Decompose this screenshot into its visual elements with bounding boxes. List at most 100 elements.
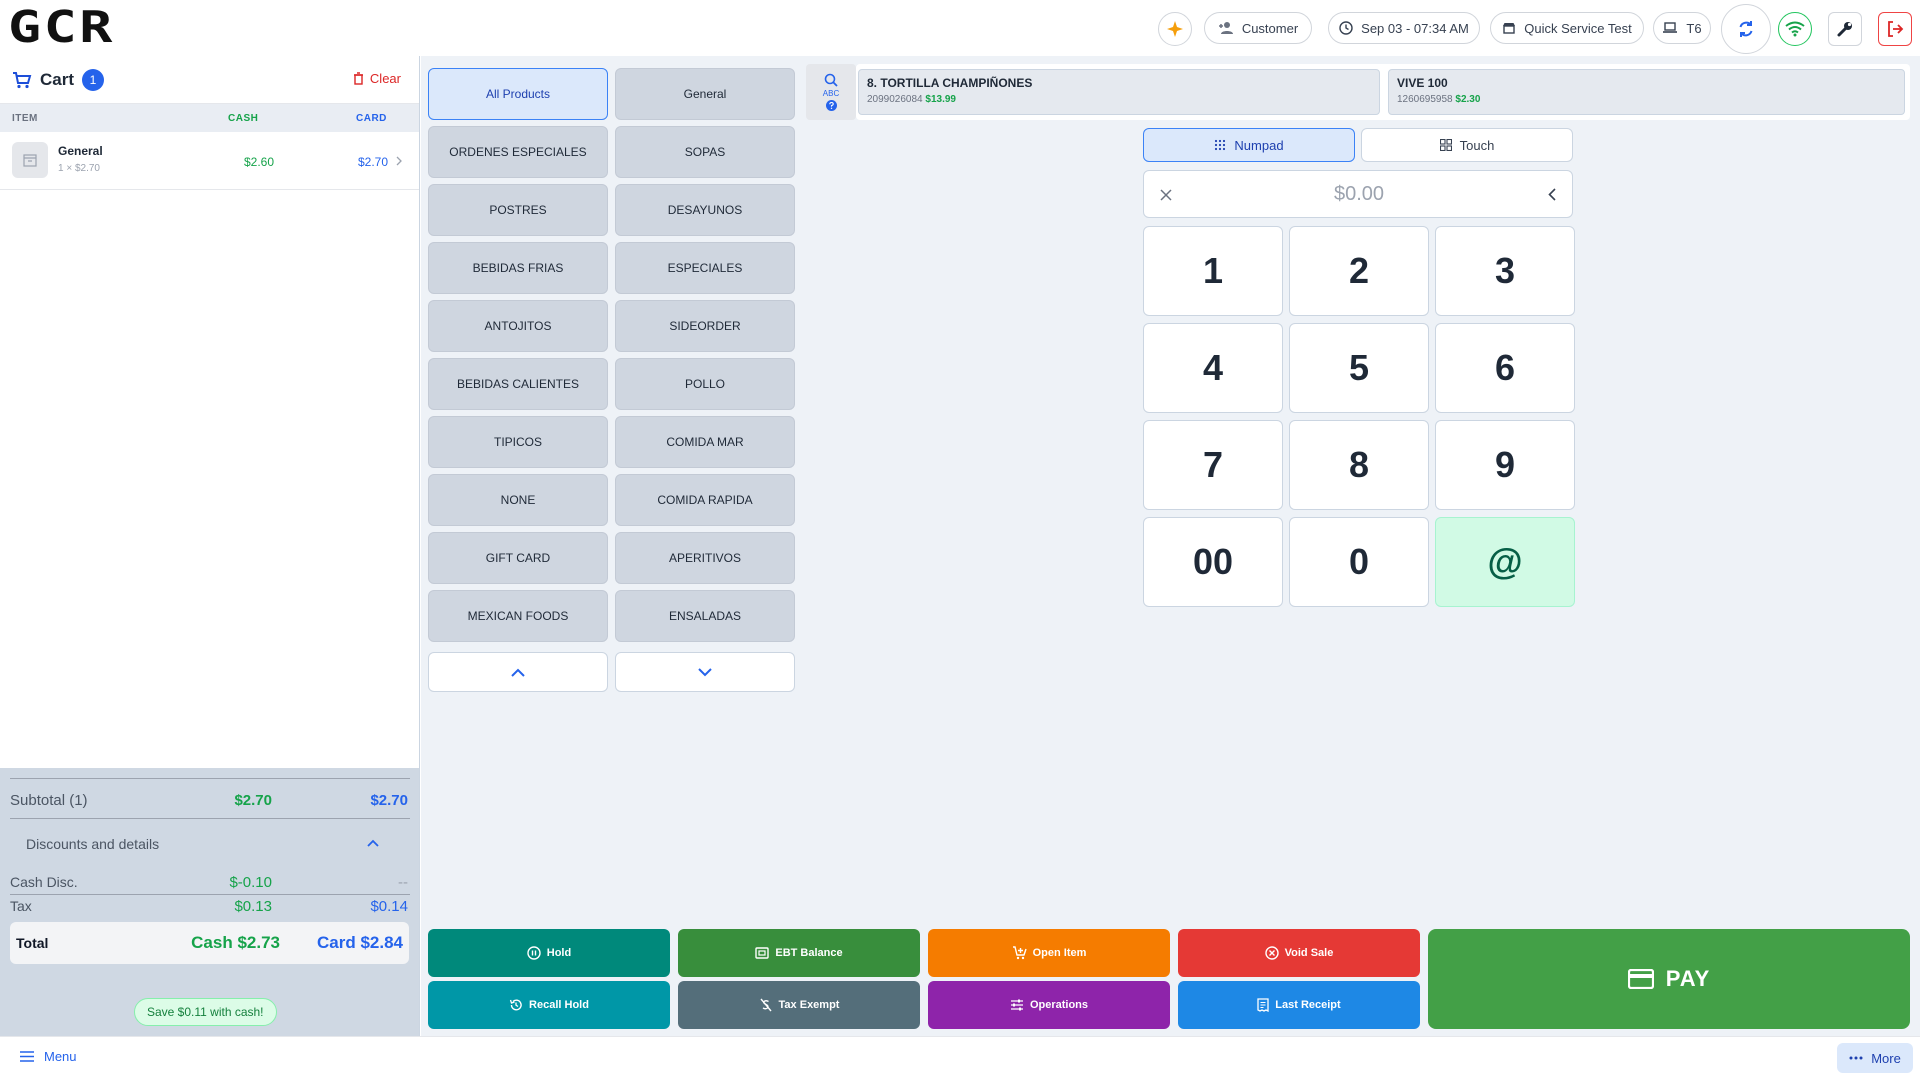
backspace-icon[interactable] [1548, 188, 1556, 201]
category-aperitivos[interactable]: APERITIVOS [615, 532, 795, 584]
cash-disc-card: -- [398, 874, 408, 891]
recall-hold-label: Recall Hold [529, 999, 589, 1011]
ai-assistant-button[interactable] [1158, 12, 1192, 46]
featured-product-name: 8. TORTILLA CHAMPIÑONES [867, 76, 1033, 90]
logout-icon [1888, 21, 1904, 37]
numpad-key-2[interactable]: 2 [1289, 226, 1429, 316]
settings-tools-button[interactable] [1828, 12, 1862, 46]
pay-label: PAY [1665, 966, 1711, 991]
credit-card-icon [1627, 969, 1654, 989]
category-desayunos[interactable]: DESAYUNOS [615, 184, 795, 236]
hold-button[interactable]: Hold [428, 929, 670, 977]
add-person-icon [1218, 22, 1233, 34]
sparkle-icon [1167, 21, 1183, 37]
numpad-key-5[interactable]: 5 [1289, 323, 1429, 413]
money-off-icon [759, 998, 772, 1012]
featured-products-strip: 8. TORTILLA CHAMPIÑONES 2099026084 $13.9… [856, 64, 1910, 120]
wifi-status-button[interactable] [1778, 12, 1812, 46]
sync-button[interactable] [1721, 4, 1771, 54]
numpad-key-at[interactable]: @ [1435, 517, 1575, 607]
store-selector[interactable]: Quick Service Test [1490, 12, 1644, 44]
total-cash: Cash $2.73 [191, 933, 280, 952]
clear-label: Clear [369, 71, 401, 86]
customer-button[interactable]: Customer [1204, 12, 1312, 44]
ebt-balance-button[interactable]: EBT Balance [678, 929, 920, 977]
category-postres[interactable]: POSTRES [428, 184, 608, 236]
datetime-label: Sep 03 - 07:34 AM [1361, 20, 1469, 36]
customer-label: Customer [1241, 20, 1299, 36]
featured-product[interactable]: 8. TORTILLA CHAMPIÑONES 2099026084 $13.9… [858, 69, 1380, 115]
tax-exempt-button[interactable]: Tax Exempt [678, 981, 920, 1029]
more-label: More [1871, 1050, 1901, 1066]
logout-button[interactable] [1878, 12, 1912, 46]
card-balance-icon [755, 947, 770, 959]
total-box: Total Cash $2.73 Card $2.84 [10, 922, 409, 964]
discounts-label: Discounts and details [26, 836, 160, 852]
dialpad-icon [1215, 139, 1226, 151]
category-bebidas-calientes[interactable]: BEBIDAS CALIENTES [428, 358, 608, 410]
category-comida-rapida[interactable]: COMIDA RAPIDA [615, 474, 795, 526]
category-ordenes-especiales[interactable]: ORDENES ESPECIALES [428, 126, 608, 178]
clear-cart-button[interactable]: Clear [353, 71, 401, 86]
category-mexican-foods[interactable]: MEXICAN FOODS [428, 590, 608, 642]
numpad-key-9[interactable]: 9 [1435, 420, 1575, 510]
touch-mode-tab[interactable]: Touch [1361, 128, 1573, 162]
wifi-icon [1785, 21, 1805, 37]
store-icon [1503, 23, 1516, 34]
terminal-selector[interactable]: T6 [1653, 12, 1711, 44]
category-none[interactable]: NONE [428, 474, 608, 526]
featured-product-code: 1260695958 [1397, 94, 1453, 105]
category-tipicos[interactable]: TIPICOS [428, 416, 608, 468]
open-item-button[interactable]: Open Item [928, 929, 1170, 977]
numpad-key-7[interactable]: 7 [1143, 420, 1283, 510]
category-ensaladas[interactable]: ENSALADAS [615, 590, 795, 642]
category-general[interactable]: General [615, 68, 795, 120]
column-cash: CASH [228, 113, 259, 124]
operations-button[interactable]: Operations [928, 981, 1170, 1029]
datetime-display[interactable]: Sep 03 - 07:34 AM [1328, 12, 1480, 44]
category-comida-mar[interactable]: COMIDA MAR [615, 416, 795, 468]
numpad-key-00[interactable]: 00 [1143, 517, 1283, 607]
category-pollo[interactable]: POLLO [615, 358, 795, 410]
numpad-mode-tab[interactable]: Numpad [1143, 128, 1355, 162]
search-mode-button[interactable]: ABC [806, 64, 856, 120]
category-sideorder[interactable]: SIDEORDER [615, 300, 795, 352]
numpad-key-3[interactable]: 3 [1435, 226, 1575, 316]
featured-product-details: 1260695958 $2.30 [1397, 94, 1896, 105]
cart-panel: Cart 1 Clear ITEM CASH CARD General 1 × … [0, 56, 420, 1036]
last-receipt-button[interactable]: Last Receipt [1178, 981, 1420, 1029]
numpad-key-8[interactable]: 8 [1289, 420, 1429, 510]
category-antojitos[interactable]: ANTOJITOS [428, 300, 608, 352]
category-gift-card[interactable]: GIFT CARD [428, 532, 608, 584]
wrench-icon [1837, 22, 1852, 37]
menu-button[interactable]: Menu [20, 1049, 77, 1064]
help-icon [825, 100, 837, 111]
numpad-key-6[interactable]: 6 [1435, 323, 1575, 413]
featured-product[interactable]: VIVE 100 1260695958 $2.30 [1388, 69, 1905, 115]
void-sale-label: Void Sale [1284, 947, 1334, 959]
receipt-icon [1257, 998, 1269, 1012]
tax-label: Tax [10, 898, 32, 914]
amount-display: $0.00 [1143, 170, 1573, 218]
cash-disc-label: Cash Disc. [10, 874, 78, 890]
category-bebidas-frias[interactable]: BEBIDAS FRIAS [428, 242, 608, 294]
numpad-key-0[interactable]: 0 [1289, 517, 1429, 607]
hamburger-menu-icon [20, 1051, 34, 1062]
category-all-products[interactable]: All Products [428, 68, 608, 120]
numpad-key-4[interactable]: 4 [1143, 323, 1283, 413]
numpad-key-1[interactable]: 1 [1143, 226, 1283, 316]
more-button[interactable]: More [1837, 1043, 1913, 1073]
cancel-circle-icon [1264, 946, 1279, 960]
subtotal-card: $2.70 [370, 792, 408, 809]
store-name: Quick Service Test [1524, 20, 1632, 36]
category-especiales[interactable]: ESPECIALES [615, 242, 795, 294]
discounts-toggle[interactable]: Discounts and details [0, 824, 419, 864]
recall-hold-button[interactable]: Recall Hold [428, 981, 670, 1029]
pay-button[interactable]: PAY [1428, 929, 1910, 1029]
category-page-down-button[interactable] [615, 652, 795, 692]
void-sale-button[interactable]: Void Sale [1178, 929, 1420, 977]
cart-line-item[interactable]: General 1 × $2.70 $2.60 $2.70 [0, 132, 419, 190]
category-page-up-button[interactable] [428, 652, 608, 692]
open-item-label: Open Item [1032, 947, 1087, 959]
category-sopas[interactable]: SOPAS [615, 126, 795, 178]
